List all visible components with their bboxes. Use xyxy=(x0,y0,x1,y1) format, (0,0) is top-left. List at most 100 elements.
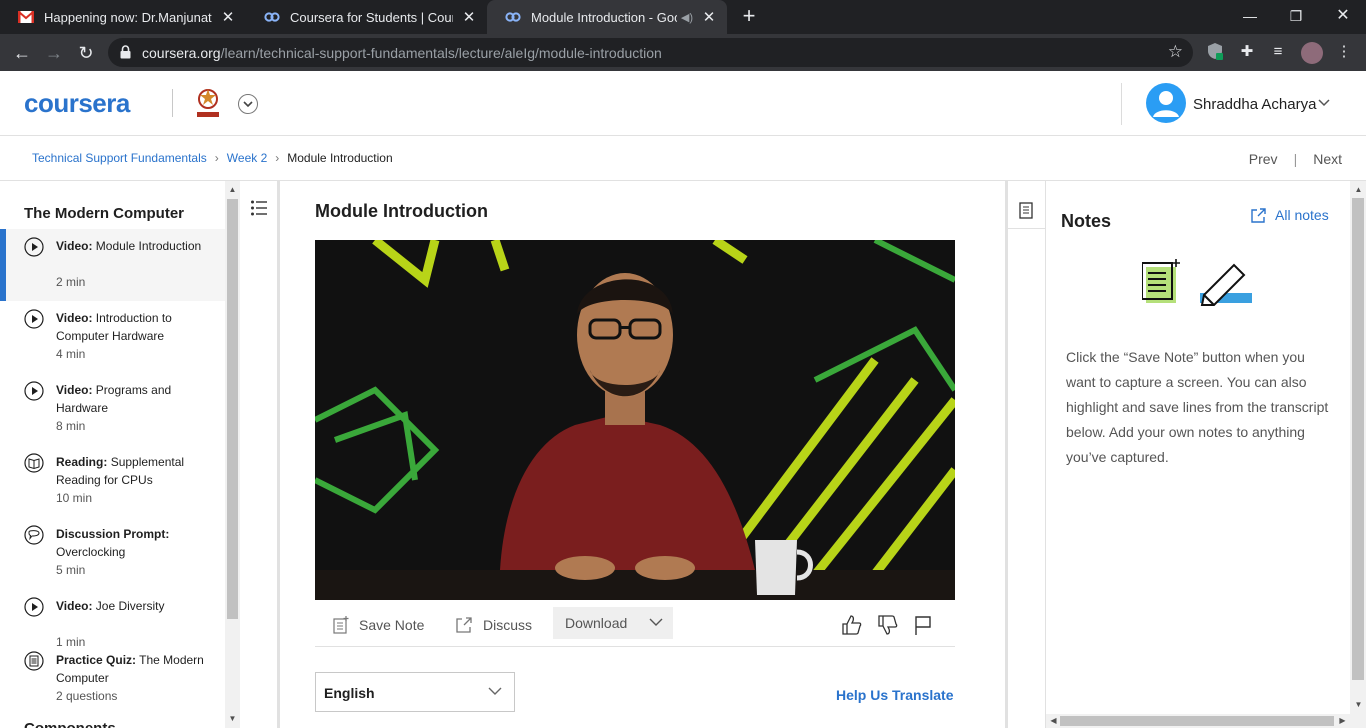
alvas-school-logo-icon[interactable] xyxy=(193,85,223,121)
scroll-down-arrow-icon[interactable]: ▼ xyxy=(225,712,240,726)
help-translate-link[interactable]: Help Us Translate xyxy=(836,687,954,703)
book-icon xyxy=(24,453,44,473)
back-arrow-icon[interactable]: ← xyxy=(9,40,35,66)
sidebar-item-module-introduction[interactable]: Video: Module Introduction 2 min xyxy=(0,229,225,301)
prev-link[interactable]: Prev xyxy=(1249,151,1278,167)
next-link[interactable]: Next xyxy=(1313,151,1342,167)
tab-title: Coursera for Students | Coursera xyxy=(290,9,453,25)
coursera-icon xyxy=(264,9,280,25)
extensions-puzzle-icon[interactable]: ✚ xyxy=(1237,42,1257,62)
lesson-duration: 8 min xyxy=(56,419,86,433)
sidebar-item-practice-quiz[interactable]: Practice Quiz: The Modern Computer 2 que… xyxy=(0,643,225,715)
school-switcher-chevron-icon[interactable] xyxy=(238,94,258,114)
sidebar-scrollbar[interactable]: ▲ ▼ xyxy=(225,181,240,728)
lesson-label: Video: Joe Diversity xyxy=(56,599,165,613)
scrollbar-thumb[interactable] xyxy=(1352,198,1364,680)
notes-scrollbar[interactable]: ▲ ▼ xyxy=(1350,181,1366,728)
scroll-right-arrow-icon[interactable]: ▶ xyxy=(1335,714,1350,728)
breadcrumb-course-link[interactable]: Technical Support Fundamentals xyxy=(32,151,207,165)
reload-icon[interactable]: ↻ xyxy=(73,40,99,66)
close-tab-icon[interactable]: ✕ xyxy=(701,8,717,26)
save-note-label: Save Note xyxy=(359,617,425,633)
sidebar-item-overclocking[interactable]: Discussion Prompt: Overclocking 5 min xyxy=(0,517,225,589)
scrollbar-thumb[interactable] xyxy=(1060,716,1334,726)
discuss-button[interactable]: Discuss xyxy=(455,609,532,641)
media-control-icon[interactable]: ≡ xyxy=(1268,42,1288,62)
user-avatar[interactable] xyxy=(1146,83,1186,123)
tab-title: Happening now: Dr.Manjunath K xyxy=(44,9,212,25)
breadcrumb-bar: Technical Support Fundamentals › Week 2 … xyxy=(0,136,1366,181)
scroll-down-arrow-icon[interactable]: ▼ xyxy=(1351,698,1366,712)
video-actions-bar: Save Note Discuss Download xyxy=(315,605,955,647)
download-label: Download xyxy=(565,615,628,631)
breadcrumb-current: Module Introduction xyxy=(287,151,393,165)
lesson-duration: 2 min xyxy=(56,275,86,289)
notes-toggle-button[interactable] xyxy=(1008,195,1045,229)
notes-toggle-rail xyxy=(1005,181,1046,728)
notes-help-text: Click the “Save Note” button when you wa… xyxy=(1066,349,1329,465)
close-tab-icon[interactable]: ✕ xyxy=(461,8,477,26)
external-link-icon xyxy=(1251,207,1266,223)
new-tab-button[interactable]: + xyxy=(737,5,761,29)
module-sidebar: The Modern Computer Video: Module Introd… xyxy=(0,181,225,728)
thumbs-up-icon[interactable] xyxy=(841,614,863,636)
video-frame xyxy=(315,240,955,600)
chevron-down-icon xyxy=(488,687,502,695)
scroll-up-arrow-icon[interactable]: ▲ xyxy=(1351,183,1366,197)
save-note-button[interactable]: Save Note xyxy=(333,609,424,641)
browser-tab-gmail[interactable]: Happening now: Dr.Manjunath K ✕ xyxy=(0,0,246,34)
lesson-duration: 4 min xyxy=(56,347,86,361)
quiz-icon xyxy=(24,651,44,671)
close-window-icon[interactable]: ✕ xyxy=(1320,4,1366,28)
lock-icon xyxy=(120,45,131,59)
chrome-menu-icon[interactable]: ⋮ xyxy=(1334,42,1354,62)
chevron-right-icon: › xyxy=(214,151,219,165)
external-link-icon xyxy=(456,617,472,633)
lesson-label: Video: Introduction to Computer Hardware xyxy=(56,311,172,343)
divider xyxy=(172,89,173,117)
close-tab-icon[interactable]: ✕ xyxy=(220,8,236,26)
bookmark-star-icon[interactable]: ☆ xyxy=(1168,42,1183,62)
notes-horizontal-scrollbar[interactable]: ◀ ▶ xyxy=(1046,714,1350,728)
lesson-label: Discussion Prompt: Overclocking xyxy=(56,527,170,559)
lecture-main: Module Introduction Save Note Discuss Do… xyxy=(283,181,1005,728)
restore-icon[interactable]: ❐ xyxy=(1273,4,1319,28)
play-icon xyxy=(24,237,44,257)
breadcrumb: Technical Support Fundamentals › Week 2 … xyxy=(32,151,393,165)
prev-next-nav: Prev | Next xyxy=(1249,151,1342,167)
forward-arrow-icon[interactable]: → xyxy=(41,40,67,66)
scroll-left-arrow-icon[interactable]: ◀ xyxy=(1046,714,1061,728)
sidebar-item-programs-and-hardware[interactable]: Video: Programs and Hardware 8 min xyxy=(0,373,225,445)
chevron-down-icon xyxy=(649,618,663,626)
list-toggle-icon[interactable] xyxy=(250,199,268,217)
speaker-muted-icon[interactable]: ◀) xyxy=(681,11,693,24)
extension-shield-icon[interactable] xyxy=(1205,42,1225,62)
all-notes-link[interactable]: All notes xyxy=(1251,207,1329,223)
scroll-up-arrow-icon[interactable]: ▲ xyxy=(225,183,240,197)
download-dropdown[interactable]: Download xyxy=(553,607,673,639)
thumbs-down-icon[interactable] xyxy=(877,614,899,636)
flag-icon[interactable] xyxy=(912,614,934,636)
browser-tab-module-introduction[interactable]: Module Introduction - Googl ◀) ✕ xyxy=(487,0,727,34)
lesson-duration: 2 questions xyxy=(56,689,118,703)
lesson-label: Video: Programs and Hardware xyxy=(56,383,172,415)
video-player[interactable] xyxy=(315,240,955,600)
sidebar-item-supplemental-reading-cpus[interactable]: Reading: Supplemental Reading for CPUs 1… xyxy=(0,445,225,517)
chevron-right-icon: › xyxy=(275,151,280,165)
coursera-icon xyxy=(505,9,521,25)
language-select[interactable]: English xyxy=(315,672,515,712)
coursera-logo[interactable]: coursera xyxy=(24,88,130,119)
language-value: English xyxy=(324,685,375,701)
address-bar[interactable]: coursera.org/learn/technical-support-fun… xyxy=(108,38,1193,67)
profile-avatar[interactable] xyxy=(1301,42,1323,64)
breadcrumb-week-link[interactable]: Week 2 xyxy=(227,151,267,165)
scrollbar-thumb[interactable] xyxy=(227,199,238,619)
minimize-icon[interactable]: — xyxy=(1227,4,1273,28)
user-menu-chevron-icon[interactable] xyxy=(1318,99,1330,107)
lecture-title: Module Introduction xyxy=(315,201,488,221)
user-name[interactable]: Shraddha Acharya xyxy=(1193,96,1316,113)
sidebar-item-intro-computer-hardware[interactable]: Video: Introduction to Computer Hardware… xyxy=(0,301,225,373)
lesson-label: Reading: Supplemental Reading for CPUs xyxy=(56,455,185,487)
gmail-icon xyxy=(18,9,34,25)
browser-tab-coursera-students[interactable]: Coursera for Students | Coursera ✕ xyxy=(246,0,487,34)
